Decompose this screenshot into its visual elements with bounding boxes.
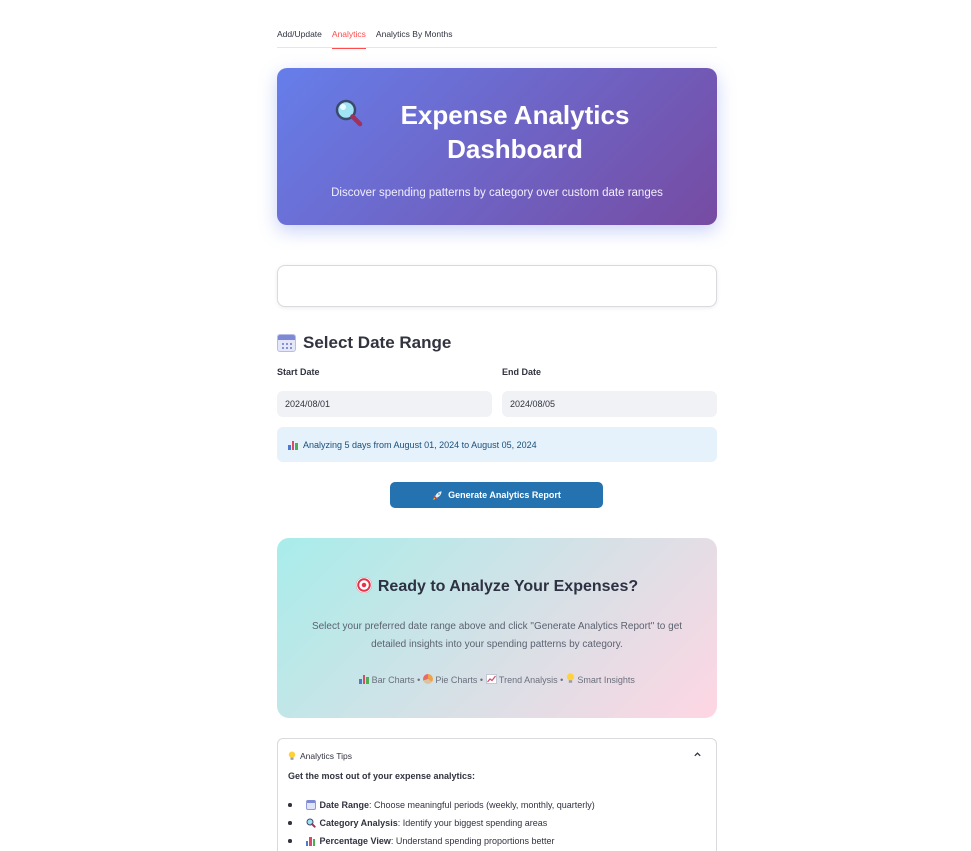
end-date-input[interactable]: 2024/08/05 [502,391,717,417]
lightbulb-icon [288,751,296,760]
separator: • [479,675,484,685]
tip-bold: Percentage View [319,836,391,846]
date-range-heading: Select Date Range [277,333,451,353]
calendar-icon [277,334,296,352]
tip-text: : Choose meaningful periods (weekly, mon… [369,800,595,810]
tip-text: : Understand spending proportions better [390,836,555,846]
list-item: Date Range: Choose meaningful periods (w… [288,796,706,814]
ready-description: Select your preferred date range above a… [311,621,683,650]
start-date-label: Start Date [277,367,320,377]
magnifier-icon [306,818,316,828]
tab-analytics[interactable]: Analytics [331,28,366,49]
hero-subtitle: Discover spending patterns by category o… [331,187,663,199]
bar-chart-icon [305,836,316,846]
chevron-up-icon[interactable] [693,750,702,759]
feature-smart-insights: Smart Insights [577,675,635,685]
tab-bar: Add/Update Analytics Analytics By Months [277,0,717,49]
generate-report-label: Generate Analytics Report [448,490,561,500]
date-range-title: Select Date Range [303,333,452,352]
feature-trend-analysis: Trend Analysis [498,675,558,685]
lightbulb-icon [566,673,574,683]
tips-list: Date Range: Choose meaningful periods (w… [288,796,706,850]
tips-header[interactable]: Analytics Tips [288,749,706,763]
bar-chart-icon [359,674,369,684]
target-icon [355,577,372,593]
trend-chart-icon [485,674,497,684]
feature-bar-charts: Bar Charts [371,675,415,685]
bar-chart-icon [288,440,298,450]
bullet [288,839,292,843]
tips-header-label: Analytics Tips [300,751,352,761]
analytics-tips-expander: Analytics Tips Get the most out of your … [277,738,717,851]
date-range-info: Analyzing 5 days from August 01, 2024 to… [277,427,717,462]
ready-title-text: Ready to Analyze Your Expenses? [377,578,639,595]
rocket-icon [433,490,442,500]
tip-bold: Category Analysis [319,818,398,828]
empty-container [277,265,717,307]
tab-add-update[interactable]: Add/Update [277,28,322,48]
hero-banner: Expense Analytics Dashboard Discover spe… [277,68,717,225]
list-item: Percentage View: Understand spending pro… [288,832,706,850]
tips-intro: Get the most out of your expense analyti… [288,771,476,781]
pie-chart-icon [422,674,433,684]
magnifier-icon [335,99,363,127]
ready-title: Ready to Analyze Your Expenses? [277,577,717,596]
ready-card: Ready to Analyze Your Expenses? Select y… [277,538,717,718]
info-text: Analyzing 5 days from August 01, 2024 to… [303,439,537,450]
separator: • [560,675,564,685]
generate-report-button[interactable]: Generate Analytics Report [390,482,603,508]
end-date-label: End Date [502,367,542,377]
feature-pie-charts: Pie Charts [435,675,478,685]
separator: • [417,675,421,685]
hero-title-text: Expense Analytics Dashboard [400,100,630,164]
bullet [288,821,292,825]
feature-list: Bar Charts • Pie Charts • Trend Analysis… [277,673,717,685]
tip-text: : Identify your biggest spending areas [397,818,548,828]
list-item: Category Analysis: Identify your biggest… [288,814,706,832]
tip-bold: Date Range [319,800,370,810]
start-date-input[interactable]: 2024/08/01 [277,391,492,417]
hero-title: Expense Analytics Dashboard [277,98,717,166]
calendar-icon [305,800,316,810]
bullet [288,803,292,807]
main-content: Add/Update Analytics Analytics By Months… [277,0,717,851]
tab-analytics-by-months[interactable]: Analytics By Months [376,28,453,48]
